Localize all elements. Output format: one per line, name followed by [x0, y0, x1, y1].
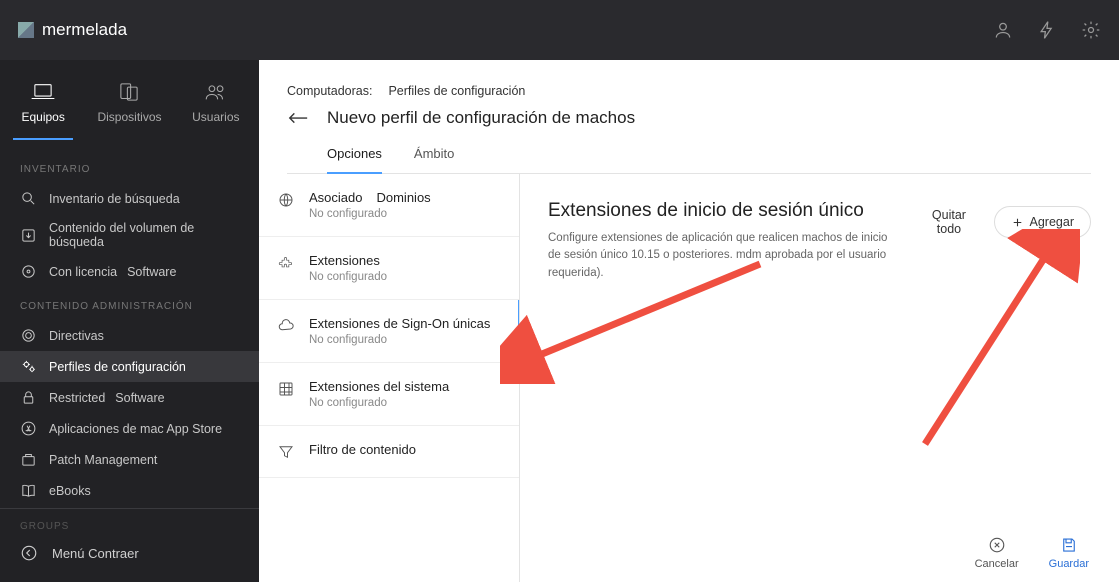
option-subtitle: No configurado — [309, 208, 431, 220]
laptop-icon — [30, 82, 56, 102]
sidebar-item-patch-management[interactable]: Patch Management — [0, 444, 259, 475]
appstore-icon — [20, 420, 37, 437]
cancel-button[interactable]: Cancelar — [975, 536, 1019, 570]
user-icon[interactable] — [993, 20, 1013, 40]
book-icon — [20, 482, 37, 499]
device-tabs: Equipos Dispositivos Usuarios — [0, 60, 259, 150]
patch-icon — [20, 451, 37, 468]
topbar-icons — [993, 20, 1101, 40]
sidebar-item-label: Aplicaciones de mac App Store — [49, 422, 222, 436]
detail-header: Extensiones de inicio de sesión único Co… — [548, 200, 1091, 282]
sidebar-item-volume-content[interactable]: Contenido del volumen de búsqueda — [0, 214, 259, 256]
sidebar: Equipos Dispositivos Usuarios INVENTARIO… — [0, 60, 259, 582]
detail-actions: Quitar todo Agregar — [916, 200, 1091, 244]
option-title: Extensiones del sistema — [309, 379, 449, 394]
disc-icon — [20, 263, 37, 280]
title-row: Nuevo perfil de configuración de machos — [287, 108, 1091, 128]
sidebar-item-licensed-software[interactable]: Con licencia Software — [0, 256, 259, 287]
breadcrumb-root[interactable]: Computadoras: — [287, 84, 372, 98]
bolt-icon[interactable] — [1037, 20, 1057, 40]
device-tab-label: Equipos — [21, 110, 64, 124]
sidebar-section-inventory: INVENTARIO — [0, 150, 259, 183]
collapse-icon — [20, 544, 38, 562]
option-title: Extensiones — [309, 253, 387, 268]
device-tab-label: Usuarios — [192, 110, 239, 124]
option-subtitle: No configurado — [309, 334, 490, 346]
download-icon — [20, 227, 37, 244]
target-icon — [20, 327, 37, 344]
save-icon — [1060, 536, 1078, 554]
tabs: Opciones Ámbito — [287, 128, 1091, 174]
option-title: Filtro de contenido — [309, 442, 416, 457]
sidebar-item-config-profiles[interactable]: Perfiles de configuración — [0, 351, 259, 382]
bottom-bar: Cancelar Guardar — [945, 526, 1119, 582]
save-label: Guardar — [1049, 558, 1089, 570]
detail-title: Extensiones de inicio de sesión único — [548, 200, 898, 222]
page-title: Nuevo perfil de configuración de machos — [327, 108, 635, 128]
collapse-label: Menú Contraer — [52, 546, 139, 561]
back-arrow-icon[interactable] — [287, 111, 309, 125]
tab-scope[interactable]: Ámbito — [414, 146, 454, 173]
option-title: Extensiones de Sign-On únicas — [309, 316, 490, 331]
detail-panel: Extensiones de inicio de sesión único Co… — [520, 174, 1119, 582]
plus-icon — [1011, 216, 1024, 229]
sidebar-item-mac-app-store[interactable]: Aplicaciones de mac App Store — [0, 413, 259, 444]
sidebar-item-search-inventory[interactable]: Inventario de búsqueda — [0, 183, 259, 214]
users-icon — [203, 82, 229, 102]
sidebar-item-label: eBooks — [49, 484, 91, 498]
main-panel: Computadoras: Perfiles de configuración … — [259, 66, 1119, 582]
cloud-icon — [277, 317, 295, 335]
puzzle-icon — [277, 254, 295, 272]
cancel-icon — [988, 536, 1006, 554]
detail-description: Configure extensiones de aplicación que … — [548, 230, 898, 282]
remove-all-button[interactable]: Quitar todo — [916, 200, 981, 244]
tab-options[interactable]: Opciones — [327, 146, 382, 173]
sidebar-item-label: Patch Management — [49, 453, 157, 467]
content-row: AsociadoDominios No configurado Extensio… — [259, 174, 1119, 582]
option-content-filter[interactable]: Filtro de contenido — [259, 426, 519, 478]
sidebar-item-label: Directivas — [49, 329, 104, 343]
device-tab-label: Dispositivos — [97, 110, 161, 124]
save-button[interactable]: Guardar — [1049, 536, 1089, 570]
globe-icon — [277, 191, 295, 209]
device-tab-usuarios[interactable]: Usuarios — [173, 74, 259, 140]
gear-icon[interactable] — [1081, 20, 1101, 40]
sidebar-section-content: CONTENIDO ADMINISTRACIÓN — [0, 287, 259, 320]
option-sso-extensions[interactable]: Extensiones de Sign-On únicas No configu… — [259, 300, 519, 363]
cancel-label: Cancelar — [975, 558, 1019, 570]
option-system-extensions[interactable]: Extensiones del sistema No configurado — [259, 363, 519, 426]
topbar: mermelada — [0, 0, 1119, 60]
brand-name: mermelada — [42, 20, 127, 40]
brand: mermelada — [18, 20, 127, 40]
breadcrumb-current[interactable]: Perfiles de configuración — [388, 84, 525, 98]
lock-icon — [20, 389, 37, 406]
sidebar-item-label: Inventario de búsqueda — [49, 192, 180, 206]
main-header: Computadoras: Perfiles de configuración … — [259, 66, 1119, 174]
sidebar-item-label: Con licencia Software — [49, 265, 176, 279]
gears-icon — [20, 358, 37, 375]
grid-icon — [277, 380, 295, 398]
devices-icon — [116, 82, 142, 102]
add-button[interactable]: Agregar — [994, 206, 1091, 238]
option-title: AsociadoDominios — [309, 190, 431, 205]
sidebar-item-restricted-software[interactable]: Restricted Software — [0, 382, 259, 413]
filter-icon — [277, 443, 295, 461]
search-icon — [20, 190, 37, 207]
brand-logo — [18, 22, 34, 38]
collapse-menu[interactable]: Menú Contraer — [0, 532, 259, 574]
option-associated-domains[interactable]: AsociadoDominios No configurado — [259, 174, 519, 237]
option-subtitle: No configurado — [309, 397, 449, 409]
device-tab-equipos[interactable]: Equipos — [0, 74, 86, 140]
options-list: AsociadoDominios No configurado Extensio… — [259, 174, 520, 582]
sidebar-item-label: Perfiles de configuración — [49, 360, 186, 374]
device-tab-dispositivos[interactable]: Dispositivos — [86, 74, 172, 140]
sidebar-item-ebooks[interactable]: eBooks — [0, 475, 259, 506]
option-subtitle: No configurado — [309, 271, 387, 283]
sidebar-item-policies[interactable]: Directivas — [0, 320, 259, 351]
sidebar-groups-label: GROUPS — [0, 517, 259, 532]
breadcrumb: Computadoras: Perfiles de configuración — [287, 84, 1091, 98]
sidebar-item-label: Restricted Software — [49, 391, 165, 405]
option-extensions[interactable]: Extensiones No configurado — [259, 237, 519, 300]
sidebar-item-label: Contenido del volumen de búsqueda — [49, 221, 239, 249]
